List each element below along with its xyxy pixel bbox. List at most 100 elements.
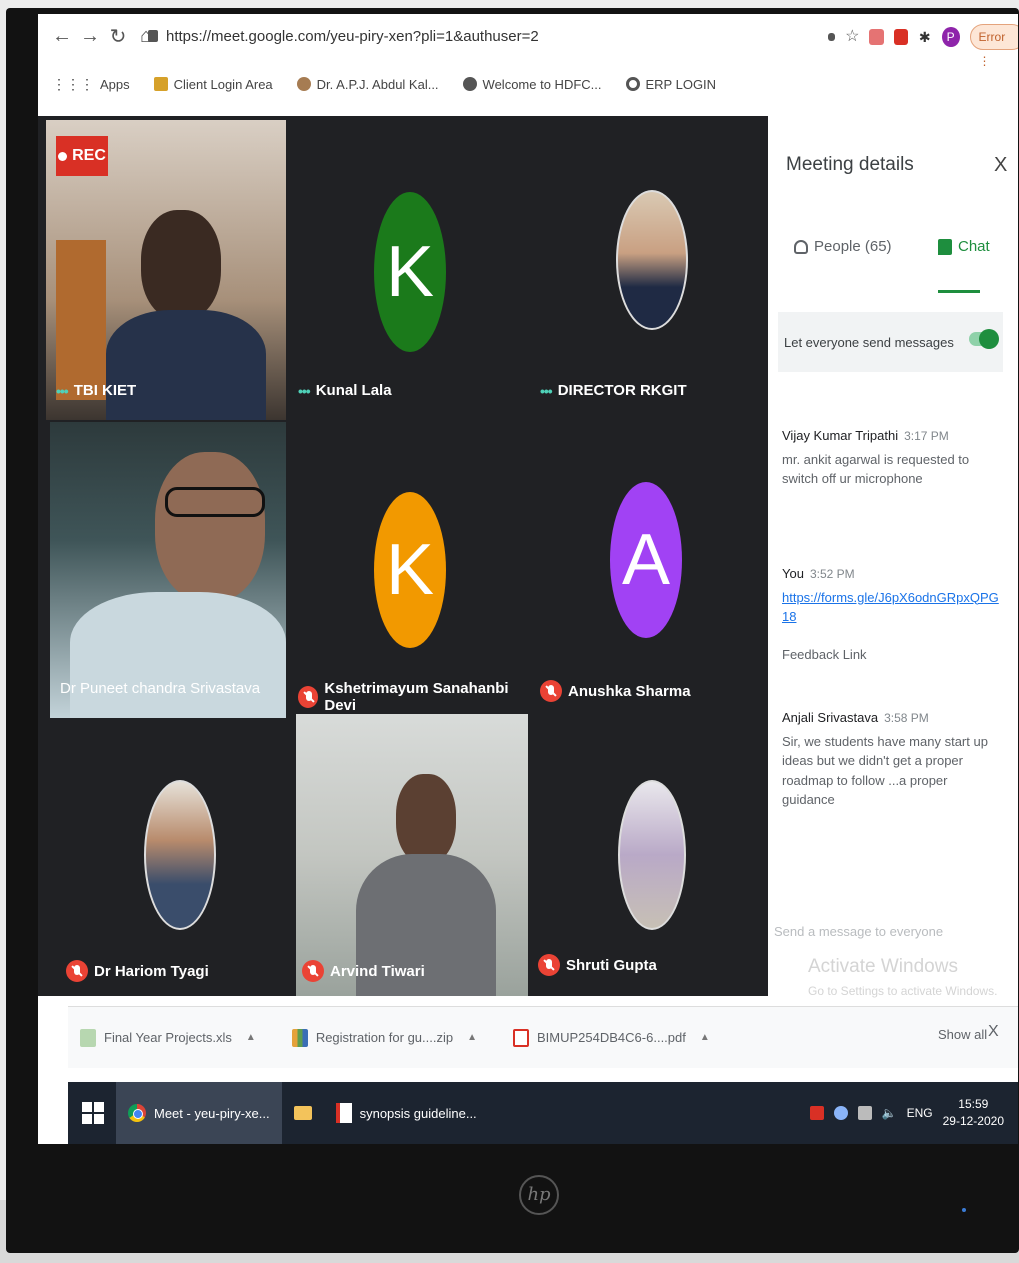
network-icon[interactable] [857,1106,872,1120]
message-sender: Vijay Kumar Tripathi [782,428,899,443]
message-text: Feedback Link [782,646,867,662]
tab-people[interactable]: People (65) [794,238,892,255]
participant-tile[interactable]: Arvind Tiwari [296,714,528,996]
error-button[interactable]: Error ⋮ [969,24,1018,68]
mic-off-icon [540,680,562,702]
chevron-up-icon[interactable]: ▲ [467,1032,477,1043]
download-item[interactable]: Registration for gu....zip ▲ [291,1028,477,1047]
close-icon[interactable]: X [988,1023,999,1041]
chevron-up-icon[interactable]: ▲ [700,1032,710,1043]
participant-name: Kshetrimayum Sanahanbi Devi [298,680,528,714]
bookmark-label: ERP LOGIN [645,76,717,92]
puzzle-icon[interactable]: ✱ [918,29,932,45]
antivirus-icon[interactable] [809,1106,824,1120]
chat-message: Anjali Srivastava 3:58 PM Sir, we student… [782,708,1002,810]
meeting-details-panel: Meeting details X People (65) Chat Let e… [768,116,1018,998]
participant-name: ••• TBI KIET [56,382,136,399]
windows-start-icon[interactable] [82,1102,104,1124]
participant-tile[interactable]: K Kshetrimayum Sanahanbi Devi [288,422,528,718]
folder-icon [293,1106,312,1120]
name-text: Dr Hariom Tyagi [94,962,209,980]
participant-tile[interactable]: Shruti Gupta [530,720,768,996]
star-icon[interactable]: ☆ [845,29,859,45]
avatar [616,190,688,330]
message-time: 3:58 PM [884,711,929,725]
camera-icon[interactable] [828,33,836,41]
participant-tile[interactable]: REC ••• TBI KIET [46,120,286,420]
bookmark-apj-abdul-kalam[interactable]: Dr. A.P.J. Abdul Kal... [296,77,439,92]
person-body [70,592,286,718]
message-link[interactable]: https://forms.gle/J6pX6odnGRpxQPG18 [782,588,1002,627]
volume-icon[interactable]: 🔈 [882,1106,897,1120]
avatar [144,780,216,930]
show-all-link[interactable]: Show all [938,1027,987,1042]
taskbar-app-label: synopsis guideline... [359,1105,477,1121]
download-item[interactable]: Final Year Projects.xls ▲ [80,1028,256,1047]
participant-name: ••• DIRECTOR RKGIT [540,382,687,399]
participant-name: Dr Hariom Tyagi [66,960,209,982]
avatar: K [374,192,446,352]
forward-icon[interactable]: → [78,25,102,49]
close-icon[interactable]: X [994,154,1007,177]
download-label: Registration for gu....zip [315,1030,454,1045]
name-text: Kunal Lala [315,382,392,399]
name-text: Dr Puneet chandra Srivastava [60,680,261,697]
panel-tabs: People (65) Chat [768,226,1018,293]
participant-tile[interactable]: K ••• Kunal Lala [288,120,528,420]
participant-tile[interactable]: ••• DIRECTOR RKGIT [530,120,768,420]
bookmark-label: Welcome to HDFC... [482,76,602,92]
pdf-icon [335,1103,352,1123]
bookmark-icon [153,77,168,91]
person-head [141,210,221,320]
name-text: Anushka Sharma [568,682,691,700]
chat-message: You 3:52 PM https://forms.gle/J6pX6odnGRp… [782,564,1002,664]
participant-tile[interactable]: Dr Puneet chandra Srivastava [50,422,286,718]
speaking-dots-icon: ••• [56,382,69,399]
windows-taskbar: Meet - yeu-piry-xe... synopsis guideline… [68,1082,1018,1144]
apps-grid-icon: ⋮⋮⋮ [52,75,94,92]
tab-chat[interactable]: Chat [938,238,990,255]
taskbar-app-pdf[interactable]: synopsis guideline... [324,1082,489,1144]
speaking-dots-icon: ••• [540,382,553,399]
address-bar[interactable]: https://meet.google.com/yeu-piry-xen?pli… [148,22,828,50]
hp-logo: hp [519,1175,559,1215]
clock[interactable]: 15:59 29-12-2020 [943,1096,1004,1130]
extension-icon[interactable] [869,29,884,45]
tab-label: Chat [958,238,990,255]
taskbar-app-label: Meet - yeu-piry-xe... [154,1105,270,1121]
recording-badge: REC [56,136,108,176]
erp-icon [625,77,640,91]
bookmark-apps[interactable]: ⋮⋮⋮ Apps [52,76,130,93]
reload-icon[interactable]: ↻ [106,25,130,49]
url-text[interactable]: https://meet.google.com/yeu-piry-xen?pli… [166,28,539,45]
participant-tile[interactable]: A Anushka Sharma [530,422,768,718]
chevron-up-icon[interactable]: ▲ [246,1032,256,1043]
language-indicator[interactable]: ENG [907,1106,933,1120]
bookmark-erp-login[interactable]: ERP LOGIN [625,76,717,92]
back-icon[interactable]: ← [50,25,74,49]
clock-time: 15:59 [958,1097,989,1112]
message-sender: You [782,566,804,581]
chat-input[interactable]: Send a message to everyone [774,924,943,939]
participant-tile[interactable]: Dr Hariom Tyagi [56,720,294,996]
bookmark-label: Client Login Area [173,76,273,92]
pdf-file-icon [513,1028,530,1047]
system-tray: 🔈 ENG 15:59 29-12-2020 [809,1082,1004,1144]
power-led [962,1208,966,1212]
record-dot-icon [58,151,68,161]
clock-date: 29-12-2020 [942,1114,1004,1128]
taskbar-app-explorer[interactable] [282,1082,324,1144]
taskbar-app-chrome[interactable]: Meet - yeu-piry-xe... [116,1082,282,1144]
profile-avatar[interactable]: P [941,27,960,47]
name-text: Shruti Gupta [566,956,657,974]
allow-messages-toggle[interactable] [969,329,999,349]
download-item[interactable]: BIMUP254DB4C6-6....pdf ▲ [513,1028,710,1047]
security-icon[interactable] [833,1106,848,1120]
name-text: Arvind Tiwari [330,962,425,980]
speaking-dots-icon: ••• [298,382,311,399]
bookmark-client-login[interactable]: Client Login Area [153,76,273,92]
bookmark-hdfc[interactable]: Welcome to HDFC... [462,76,602,92]
chat-icon [938,238,952,255]
avatar: A [610,482,682,638]
pdf-extension-icon[interactable] [893,29,908,45]
